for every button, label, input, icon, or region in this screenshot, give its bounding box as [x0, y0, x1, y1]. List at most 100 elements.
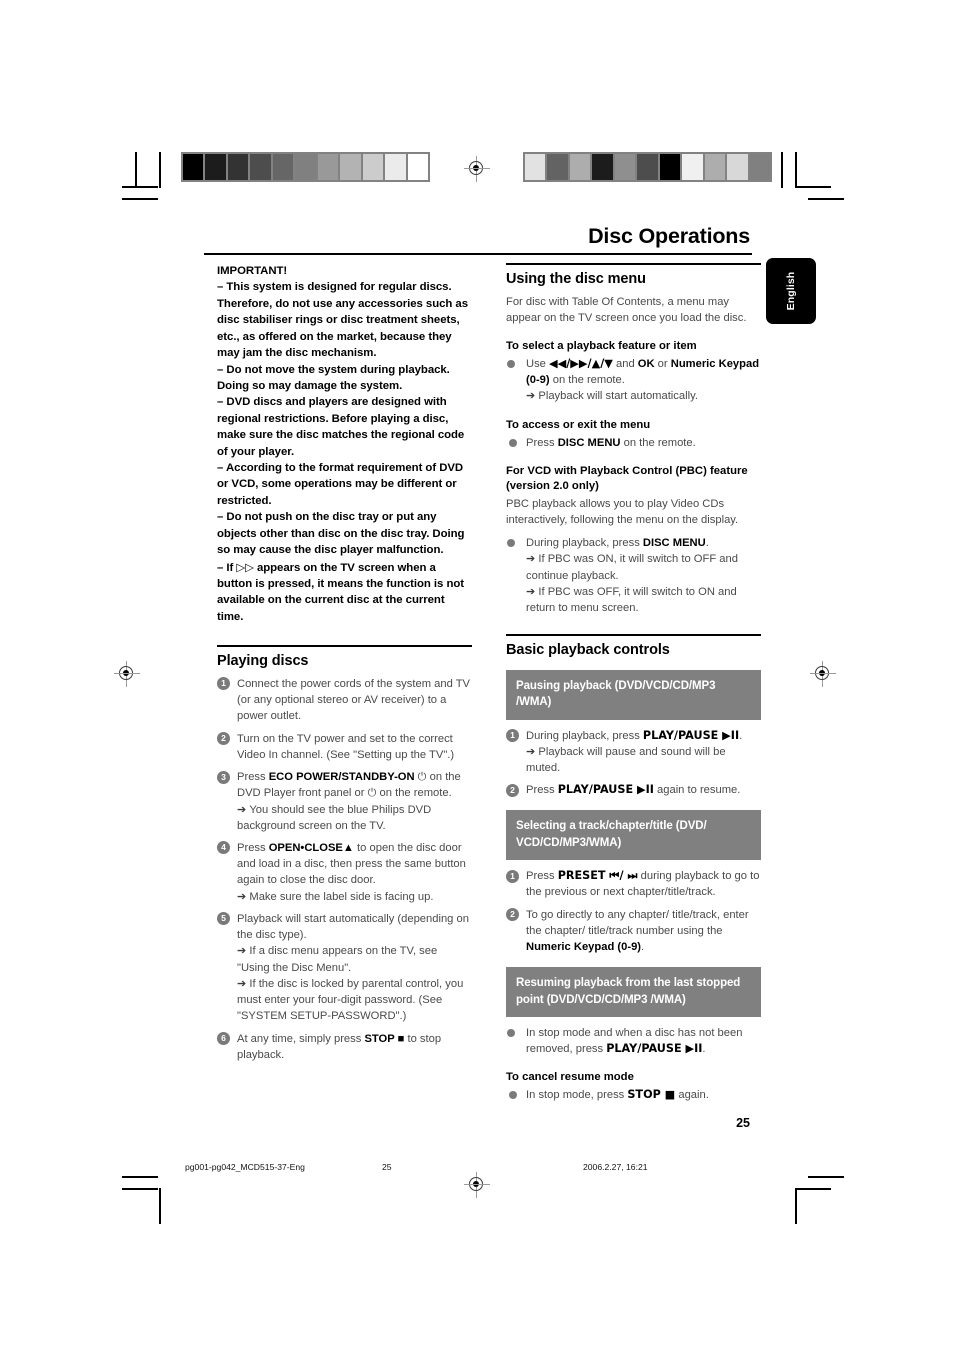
footer-page: 25 — [382, 1162, 392, 1172]
step-text: Turn on the TV power and set to the corr… — [237, 732, 455, 761]
crop-mark-top-left-h2 — [122, 198, 158, 200]
line-pre: Press — [526, 436, 558, 449]
important-last-prefix: – If — [217, 561, 234, 574]
calibration-swatch — [659, 154, 681, 180]
line-mid: and — [612, 357, 638, 370]
banner-pausing-playback: Pausing playback (DVD/VCD/CD/MP3 /WMA) — [506, 669, 761, 720]
calibration-swatch — [362, 154, 384, 180]
basic-playback-heading: Basic playback controls — [506, 641, 670, 658]
step-note: If a disc menu appears on the TV, see "U… — [237, 943, 472, 975]
cancel-resume-heading: To cancel resume mode — [506, 1071, 634, 1084]
title-divider — [204, 253, 752, 256]
step-number: 2 — [506, 908, 519, 922]
line-mid2: or — [654, 357, 671, 370]
crop-mark-bottom-left-h2 — [122, 1176, 158, 1178]
play-pause-key-label: PLAY/PAUSE ▶II — [557, 783, 654, 797]
crop-mark-top-left-h — [122, 186, 158, 188]
step-note: Playback will start automatically. — [526, 388, 761, 404]
bullet-icon — [509, 438, 517, 447]
pbc-heading: For VCD with Playback Control (PBC) feat… — [506, 464, 748, 492]
calibration-swatch — [183, 154, 204, 180]
banner-selecting-track: Selecting a track/chapter/title (DVD/ VC… — [506, 810, 761, 861]
step-number: 1 — [506, 869, 519, 883]
disc-menu-heading: Using the disc menu — [506, 270, 646, 287]
disc-menu-intro: For disc with Table Of Contents, a menu … — [506, 295, 747, 324]
step-text-post: . — [739, 729, 743, 742]
stop-key-label: STOP ■ — [627, 1088, 676, 1102]
step-text-pre: During playback, press — [526, 729, 643, 742]
bullet-icon — [509, 1091, 517, 1100]
step-note: You should see the blue Philips DVD back… — [237, 802, 472, 834]
section-divider — [506, 634, 761, 636]
line-post: . — [705, 537, 709, 550]
calibration-swatch — [592, 154, 613, 180]
list-item: In stop mode and when a disc has not bee… — [506, 1025, 761, 1057]
step-text-pre: Press — [526, 784, 558, 797]
line-pre: In stop mode, press — [526, 1089, 628, 1102]
important-item: – According to the format requirement of… — [217, 462, 464, 507]
important-item: – Do not move the system during playback… — [217, 363, 450, 392]
no-entry-icon: ▷▷ — [236, 559, 254, 574]
registration-mark-right — [810, 661, 836, 687]
calibration-swatch — [295, 154, 316, 180]
step-text-bold: OPEN•CLOSE▲ — [268, 841, 354, 854]
list-item: During playback, press DISC MENU. If PBC… — [506, 535, 761, 616]
bullet-icon — [507, 1028, 515, 1037]
important-last-suffix: appears on the TV screen when a button i… — [217, 561, 464, 623]
step-text-post: . — [641, 941, 645, 954]
step-text-pre: At any time, simply press — [237, 1032, 365, 1045]
language-tab: English — [766, 258, 816, 324]
calibration-swatch — [340, 154, 361, 180]
calibration-swatch — [569, 154, 591, 180]
step-text-pre: To go directly to any chapter/ title/tra… — [526, 908, 749, 937]
list-item: Press DISC MENU on the remote. — [506, 435, 761, 451]
bullet-icon — [507, 539, 515, 548]
step-number: 5 — [217, 912, 230, 926]
crop-mark-top-left-v2 — [135, 152, 137, 188]
list-item: 2 Turn on the TV power and set to the co… — [217, 731, 472, 763]
pbc-intro: PBC playback allows you to play Video CD… — [506, 497, 739, 526]
line-post: . — [702, 1043, 706, 1056]
step-text-bold: ECO POWER/STANDBY-ON — [268, 771, 415, 784]
language-tab-label: English — [785, 271, 797, 311]
grayscale-calibration-strip-right — [523, 152, 772, 182]
page-number: 25 — [736, 1116, 750, 1130]
step-text-post: again to resume. — [653, 784, 741, 797]
step-number: 4 — [217, 841, 230, 855]
step-text: Connect the power cords of the system an… — [237, 677, 470, 723]
crop-mark-top-right-h2 — [808, 198, 844, 200]
list-item: 3 Press ECO POWER/STANDBY-ON ⏻ on the DV… — [217, 769, 472, 834]
list-item: 4 Press OPEN•CLOSE▲ to open the disc doo… — [217, 840, 472, 905]
step-text-pre: Press — [526, 870, 558, 883]
step-note: Make sure the label side is facing up. — [237, 889, 472, 905]
step-number: 2 — [506, 783, 519, 797]
section-divider — [506, 263, 761, 265]
line-pre: Use — [526, 357, 550, 370]
select-playback-heading: To select a playback feature or item — [506, 340, 697, 353]
line-post: on the remote. — [549, 374, 625, 387]
calibration-swatch — [407, 154, 428, 180]
crop-mark-top-right-v — [795, 152, 797, 188]
important-item: – DVD discs and players are designed wit… — [217, 396, 465, 458]
right-column: Using the disc menu For disc with Table … — [506, 263, 761, 1110]
line-post: on the remote. — [620, 436, 696, 449]
play-pause-key-label: PLAY/PAUSE ▶II — [606, 1042, 703, 1056]
step-number: 6 — [217, 1032, 230, 1046]
list-item: In stop mode, press STOP ■ again. — [506, 1087, 761, 1103]
step-text-pre: Press — [237, 771, 269, 784]
crop-mark-top-left-v — [159, 152, 161, 188]
list-item: 1 Connect the power cords of the system … — [217, 676, 472, 725]
banner-resuming-playback: Resuming playback from the last stopped … — [506, 967, 761, 1017]
ok-key-label: OK — [637, 357, 655, 370]
step-number: 1 — [217, 677, 230, 691]
line-post: again. — [675, 1089, 709, 1102]
registration-mark-top-center — [464, 156, 490, 182]
calibration-swatch — [727, 154, 748, 180]
bullet-icon — [507, 359, 515, 368]
numeric-keypad-label: Numeric Keypad (0-9) — [526, 941, 642, 954]
navigation-keys-icon: ◀◀/▶▶/▲/▼ — [549, 356, 613, 370]
calibration-swatch — [250, 154, 271, 180]
crop-mark-top-right-h — [795, 186, 831, 188]
step-text-pre: Press — [237, 841, 269, 854]
registration-mark-left — [114, 661, 140, 687]
